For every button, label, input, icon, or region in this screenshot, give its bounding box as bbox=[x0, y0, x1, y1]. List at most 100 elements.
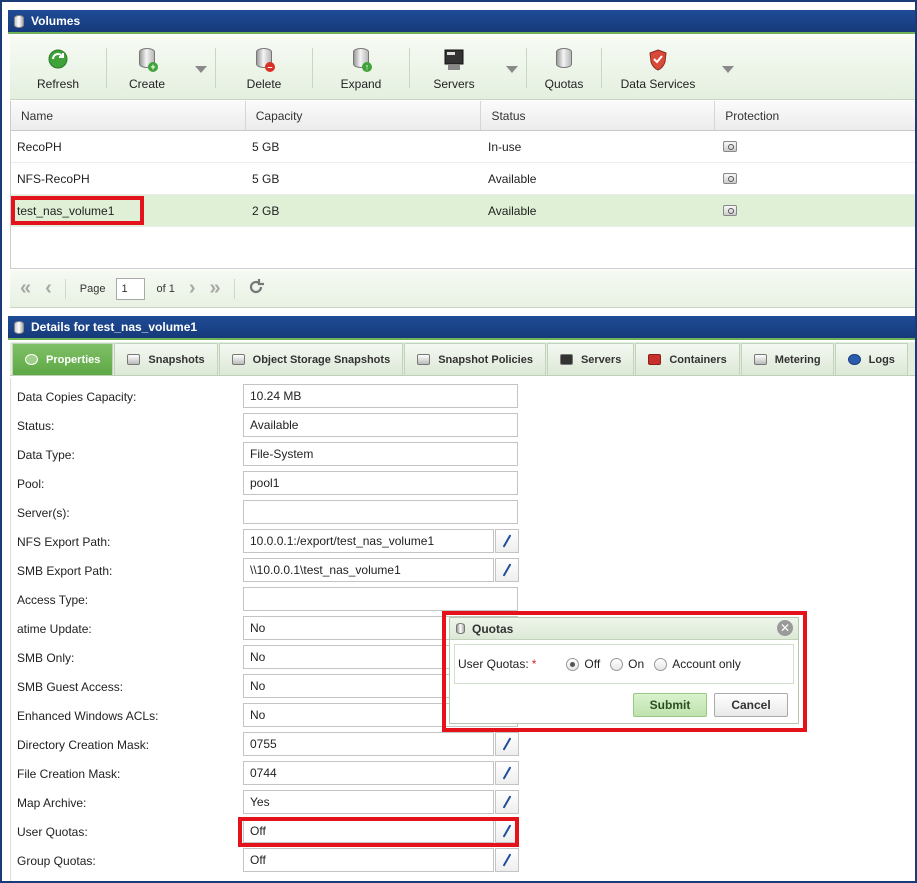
data-services-button[interactable]: Data Services bbox=[602, 36, 714, 100]
search-icon bbox=[25, 354, 38, 365]
property-value: 0744 bbox=[243, 761, 494, 785]
delete-volume-icon: – bbox=[253, 48, 275, 72]
servers-dropdown-button[interactable] bbox=[498, 36, 526, 100]
quotas-button[interactable]: Quotas bbox=[527, 36, 601, 100]
database-icon bbox=[456, 623, 465, 634]
property-label: SMB Export Path: bbox=[17, 564, 113, 578]
table-row[interactable]: NFS-RecoPH 5 GB Available bbox=[11, 163, 915, 195]
next-page-icon[interactable]: › bbox=[189, 277, 196, 300]
property-row: Access Type: bbox=[11, 587, 531, 613]
edit-pencil-icon[interactable] bbox=[495, 790, 519, 814]
radio-button-selected[interactable] bbox=[566, 657, 580, 671]
tab-label: Logs bbox=[868, 353, 895, 366]
property-label: File Creation Mask: bbox=[17, 767, 121, 781]
column-header-name[interactable]: Name bbox=[11, 101, 246, 130]
tab-label: Servers bbox=[580, 353, 622, 366]
radio-button[interactable] bbox=[610, 657, 624, 671]
dialog-title: Quotas bbox=[472, 621, 514, 636]
tab-label: Properties bbox=[46, 353, 101, 366]
property-label: Map Archive: bbox=[17, 796, 87, 810]
volume-name: test_nas_volume1 bbox=[17, 203, 115, 218]
tab-servers[interactable]: Servers bbox=[546, 343, 635, 375]
expand-volume-icon: ↑ bbox=[350, 48, 372, 72]
prev-page-icon[interactable]: ‹ bbox=[45, 277, 52, 300]
tab-label: Containers bbox=[669, 353, 727, 366]
last-page-icon[interactable]: » bbox=[210, 277, 221, 300]
quotas-dialog: Quotas ✕ User Quotas: * Off On Account o… bbox=[449, 617, 799, 724]
tab-label: Object Storage Snapshots bbox=[252, 353, 391, 366]
camera-icon bbox=[231, 354, 245, 365]
table-row[interactable]: RecoPH 5 GB In-use bbox=[11, 131, 915, 163]
property-label: User Quotas: bbox=[17, 825, 88, 839]
group-quotas-value: Off bbox=[243, 848, 494, 872]
property-label: Group Quotas: bbox=[17, 854, 96, 868]
radio-button[interactable] bbox=[654, 657, 668, 671]
volumes-toolbar: Refresh + Create – Delete ↑ Expand Serve… bbox=[10, 36, 915, 100]
server-icon bbox=[559, 354, 573, 365]
edit-pencil-icon[interactable] bbox=[495, 848, 519, 872]
server-icon bbox=[443, 48, 465, 72]
edit-pencil-icon[interactable] bbox=[495, 529, 519, 553]
page-number-input[interactable]: 1 bbox=[115, 277, 145, 300]
tab-label: Snapshot Policies bbox=[438, 353, 533, 366]
submit-button[interactable]: Submit bbox=[633, 693, 707, 717]
property-label: Directory Creation Mask: bbox=[17, 738, 150, 752]
property-label: Access Type: bbox=[17, 593, 89, 607]
create-button[interactable]: + Create bbox=[107, 36, 187, 100]
property-row: SMB Export Path: \\10.0.0.1\test_nas_volu… bbox=[11, 558, 531, 584]
property-row: Map Archive: Yes bbox=[11, 790, 531, 816]
property-value: File-System bbox=[243, 442, 518, 466]
table-row-selected[interactable]: test_nas_volume1 2 GB Available bbox=[11, 195, 915, 227]
tab-properties[interactable]: Properties bbox=[12, 343, 114, 375]
tab-logs[interactable]: Logs bbox=[834, 343, 908, 375]
column-header-protection[interactable]: Protection bbox=[715, 101, 915, 130]
radio-off[interactable]: Off bbox=[566, 657, 600, 671]
tab-metering[interactable]: Metering bbox=[740, 343, 834, 375]
property-label: SMB Only: bbox=[17, 651, 75, 665]
property-label: Server(s): bbox=[17, 506, 70, 520]
tab-containers[interactable]: Containers bbox=[635, 343, 740, 375]
property-label: Pool: bbox=[17, 477, 45, 491]
property-value bbox=[243, 500, 518, 524]
property-label: Data Type: bbox=[17, 448, 75, 462]
radio-account-only[interactable]: Account only bbox=[654, 657, 741, 671]
tab-object-storage-snapshots[interactable]: Object Storage Snapshots bbox=[218, 343, 404, 375]
user-quotas-label: User Quotas: bbox=[458, 657, 529, 671]
protection-cell bbox=[716, 205, 756, 216]
protection-cell bbox=[716, 173, 756, 184]
reload-icon[interactable] bbox=[247, 278, 265, 299]
user-quotas-value: Off bbox=[243, 819, 494, 843]
database-icon bbox=[14, 14, 24, 28]
camera-icon bbox=[723, 173, 737, 184]
edit-pencil-icon[interactable] bbox=[495, 558, 519, 582]
data-services-dropdown-button[interactable] bbox=[714, 36, 742, 100]
radio-on[interactable]: On bbox=[610, 657, 644, 671]
create-volume-icon: + bbox=[136, 48, 158, 72]
property-label: NFS Export Path: bbox=[17, 535, 111, 549]
edit-pencil-icon[interactable] bbox=[495, 819, 519, 843]
edit-pencil-icon[interactable] bbox=[495, 732, 519, 756]
first-page-icon[interactable]: « bbox=[20, 277, 31, 300]
database-icon bbox=[14, 320, 24, 334]
required-marker: * bbox=[531, 657, 537, 671]
expand-button[interactable]: ↑ Expand bbox=[313, 36, 409, 100]
column-header-capacity[interactable]: Capacity bbox=[246, 101, 482, 130]
delete-button[interactable]: – Delete bbox=[216, 36, 312, 100]
servers-label: Servers bbox=[433, 77, 475, 91]
expand-label: Expand bbox=[340, 77, 382, 91]
edit-pencil-icon[interactable] bbox=[495, 761, 519, 785]
volume-status: Available bbox=[488, 203, 537, 218]
tab-snapshots[interactable]: Snapshots bbox=[114, 343, 218, 375]
volume-status: Available bbox=[488, 171, 537, 186]
refresh-button[interactable]: Refresh bbox=[10, 36, 106, 100]
nfs-export-path-value: 10.0.0.1:/export/test_nas_volume1 bbox=[243, 529, 494, 553]
pagination-bar: « ‹ Page 1 of 1 › » bbox=[10, 270, 915, 308]
cancel-button[interactable]: Cancel bbox=[714, 693, 788, 717]
servers-button[interactable]: Servers bbox=[410, 36, 498, 100]
tab-snapshot-policies[interactable]: Snapshot Policies bbox=[404, 343, 546, 375]
details-panel-title: Details for test_nas_volume1 bbox=[31, 320, 198, 334]
close-icon[interactable]: ✕ bbox=[777, 620, 793, 636]
column-header-status[interactable]: Status bbox=[481, 101, 716, 130]
create-dropdown-button[interactable] bbox=[187, 36, 215, 100]
property-label: SMB Guest Access: bbox=[17, 680, 124, 694]
